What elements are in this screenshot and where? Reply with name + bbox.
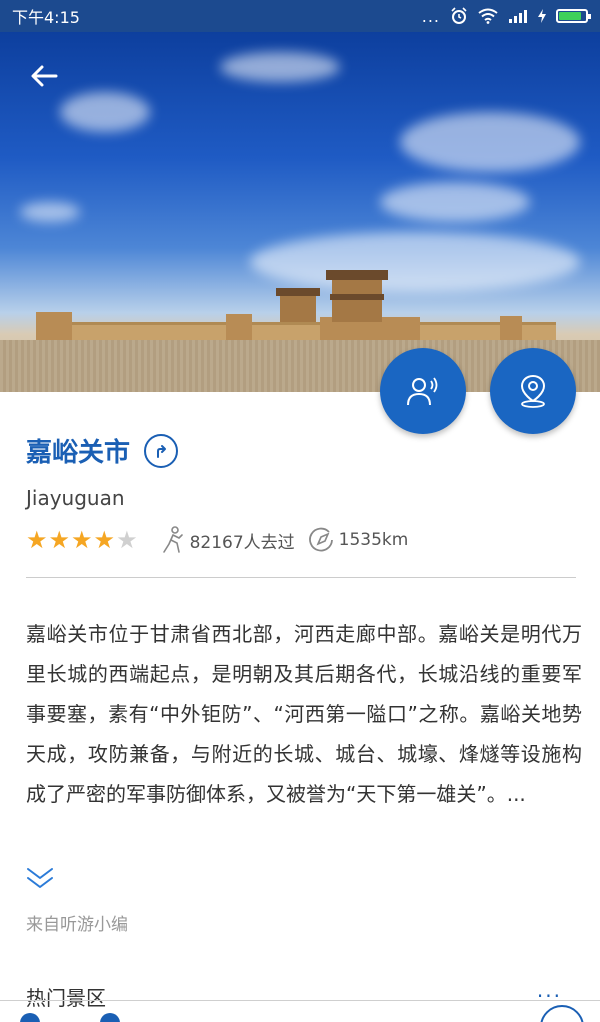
divider xyxy=(26,577,576,578)
distance-text: 1535km xyxy=(338,530,409,550)
status-time: 下午4:15 xyxy=(12,8,80,27)
alarm-icon xyxy=(451,7,467,24)
back-arrow-icon[interactable] xyxy=(26,58,62,94)
compass-icon xyxy=(308,527,333,552)
visitors-count: 82167人去过 xyxy=(160,526,295,554)
page-subtitle: Jiayuguan xyxy=(26,486,125,510)
distance: 1535km xyxy=(308,527,409,553)
bottom-dot-1 xyxy=(20,1013,40,1022)
rating-stars: ★ ★ ★ ★ ★ xyxy=(26,528,138,552)
page-title: 嘉峪关市 xyxy=(26,438,131,468)
share-arrow-icon xyxy=(157,444,167,458)
more-button[interactable]: ... xyxy=(537,978,562,1002)
wifi-icon xyxy=(478,8,498,24)
meta-row: ★ ★ ★ ★ ★ 82167人去过 1535km xyxy=(26,524,422,556)
description-text: 嘉峪关市位于甘肃省西北部，河西走廊中部。嘉峪关是明代万里长城的西端起点，是明朝及… xyxy=(26,622,582,806)
title-row: 嘉峪关市 xyxy=(26,432,179,469)
star-icon: ★ xyxy=(93,526,116,554)
star-icon: ★ xyxy=(71,526,93,554)
person-speaking-icon xyxy=(407,377,438,406)
source-credit: 来自听游小编 xyxy=(26,915,128,935)
share-button[interactable] xyxy=(144,433,179,468)
star-icon: ★ xyxy=(48,526,71,554)
bottom-circle-button[interactable] xyxy=(540,1005,584,1022)
signal-icon xyxy=(509,10,527,23)
star-icon: ★ xyxy=(116,526,138,554)
status-icons: ... xyxy=(421,6,591,26)
bottom-dot-2 xyxy=(100,1013,120,1022)
status-bar: 下午4:15 ... xyxy=(0,0,600,32)
double-chevron-down-icon[interactable] xyxy=(26,866,54,892)
walker-icon xyxy=(162,526,183,553)
hero-image xyxy=(0,32,600,392)
battery-icon xyxy=(556,9,591,23)
visitors-text: 82167人去过 xyxy=(189,532,295,553)
star-icon: ★ xyxy=(26,526,48,554)
audio-guide-button[interactable] xyxy=(380,348,466,434)
status-dots: ... xyxy=(421,6,440,26)
map-location-button[interactable] xyxy=(490,348,576,434)
charging-icon xyxy=(538,9,546,23)
location-pin-icon xyxy=(520,374,546,408)
bottom-divider xyxy=(0,1000,600,1001)
section-title: 热门景区 xyxy=(26,986,106,1010)
